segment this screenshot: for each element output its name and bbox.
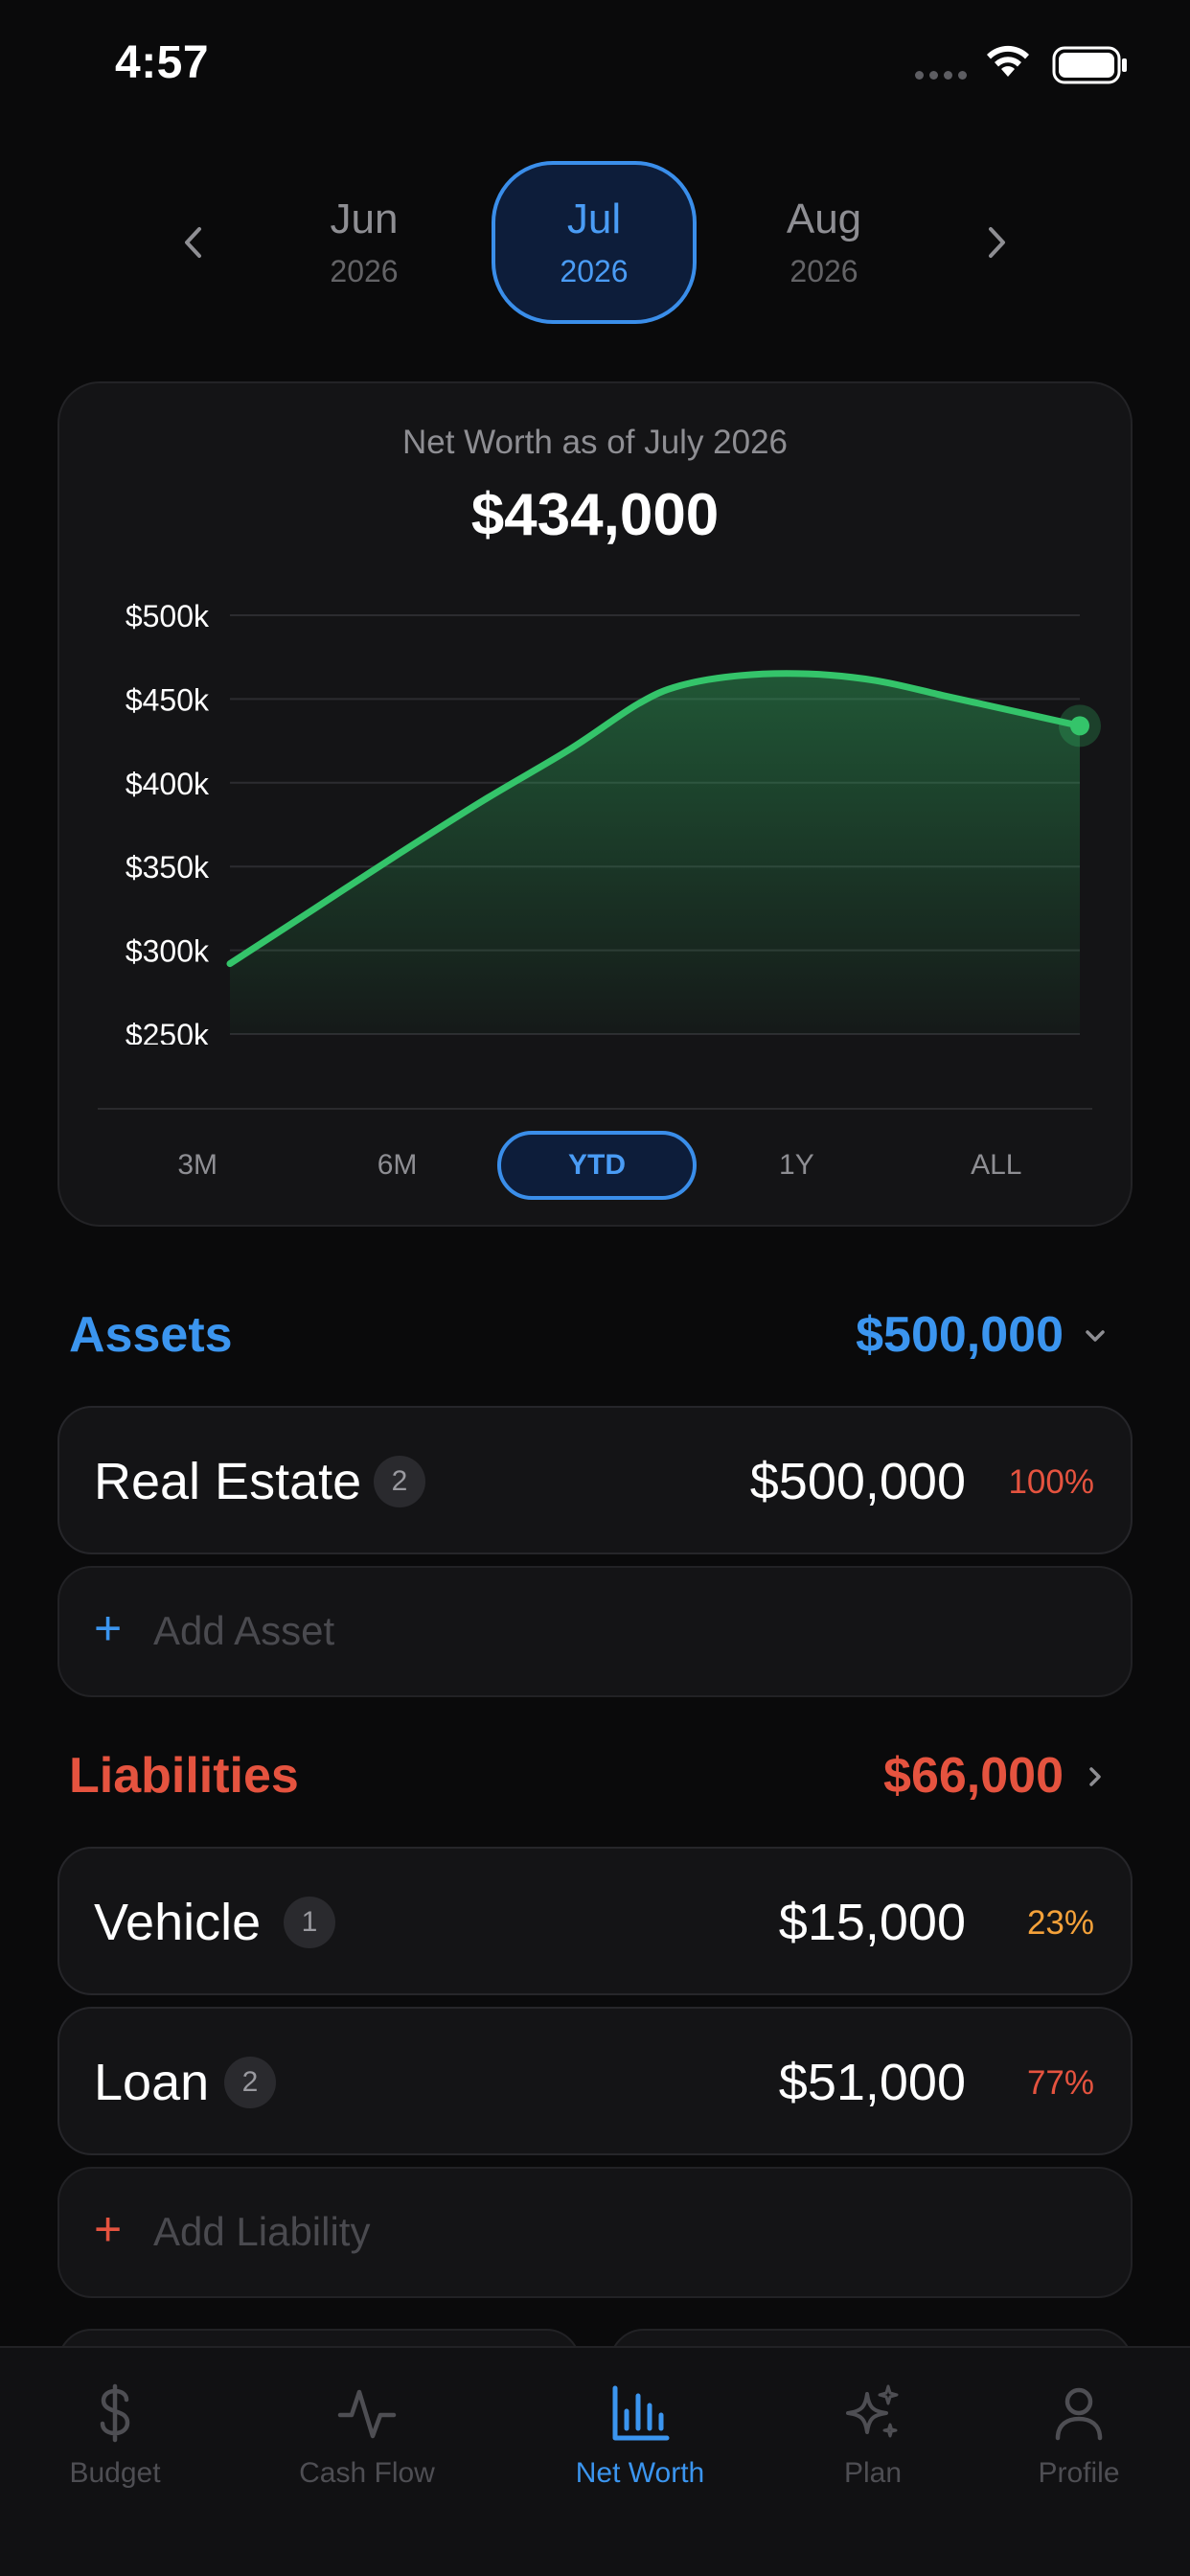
liabilities-total: $66,000 (883, 1748, 1064, 1804)
y-tick-label: $500k (126, 599, 210, 633)
tab-bar: Budget Cash Flow Net Worth Plan Profile (0, 2346, 1190, 2576)
row-percent: 100% (1008, 1463, 1094, 1501)
row-percent: 23% (1026, 1904, 1094, 1942)
row-amount: $500,000 (749, 1453, 966, 1510)
y-tick-label: $250k (126, 1018, 210, 1045)
month-option-next[interactable]: Aug 2026 (721, 161, 927, 324)
row-percent: 77% (1026, 2064, 1094, 2102)
month-selector: Jun 2026 Jul 2026 Aug 2026 (0, 161, 1190, 324)
tab-label: Plan (843, 2457, 903, 2489)
row-amount: $51,000 (778, 2054, 966, 2111)
range-button-6m[interactable]: 6M (298, 1131, 497, 1200)
net-worth-value: $434,000 (470, 482, 720, 548)
tab-label: Cash Flow (299, 2457, 435, 2489)
tab-label: Profile (1038, 2457, 1120, 2489)
tab-budget[interactable]: Budget (19, 2382, 211, 2490)
liability-row-loan[interactable]: Loan 2 $51,000 77% (57, 2007, 1133, 2155)
plus-icon: + (94, 1601, 123, 1655)
range-selector: 3M 6M YTD 1Y ALL (98, 1131, 1096, 1200)
status-bar: 4:57 (0, 0, 1190, 134)
add-asset-button[interactable]: + Add Asset (57, 1566, 1133, 1697)
chevron-right-icon (1089, 1767, 1101, 1786)
tab-profile[interactable]: Profile (983, 2382, 1175, 2490)
chart-end-marker (1070, 716, 1089, 736)
status-time: 4:57 (115, 37, 210, 88)
count-badge: 2 (374, 1456, 425, 1507)
count-badge: 2 (224, 2057, 276, 2108)
month-year: 2026 (330, 254, 399, 288)
chevron-left-icon (185, 227, 201, 258)
range-button-1y[interactable]: 1Y (697, 1131, 896, 1200)
net-worth-card: Net Worth as of July 2026 $434,000 $500k… (57, 381, 1133, 1227)
previous-month-button[interactable] (159, 209, 226, 276)
count-badge: 1 (284, 1897, 335, 1948)
net-worth-chart[interactable]: $500k$450k$400k$350k$300k$250kMayJunJul (59, 585, 1134, 1082)
range-button-3m[interactable]: 3M (98, 1131, 297, 1200)
row-amount: $15,000 (778, 1894, 966, 1951)
assets-title: Assets (69, 1307, 233, 1363)
month-name: Jul (566, 196, 622, 242)
range-button-ytd[interactable]: YTD (497, 1131, 697, 1200)
add-liability-label: Add Liability (153, 2209, 371, 2254)
month-name: Jun (330, 196, 399, 242)
month-option-prev[interactable]: Jun 2026 (262, 161, 467, 324)
chart-area-fill (230, 673, 1080, 1034)
bar-chart-icon (612, 2385, 670, 2441)
add-liability-button[interactable]: + Add Liability (57, 2167, 1133, 2298)
liability-row-vehicle[interactable]: Vehicle 1 $15,000 23% (57, 1847, 1133, 1995)
tab-net-worth[interactable]: Net Worth (544, 2382, 736, 2490)
month-name: Aug (786, 196, 862, 242)
cellular-signal-icon (915, 71, 967, 80)
tab-plan[interactable]: Plan (777, 2382, 969, 2490)
month-year: 2026 (790, 254, 858, 288)
tab-label: Budget (69, 2457, 161, 2489)
pulse-icon (337, 2389, 397, 2439)
plus-icon: + (94, 2202, 123, 2256)
row-label: Vehicle (94, 1894, 262, 1951)
add-asset-label: Add Asset (153, 1608, 335, 1653)
chevron-right-icon (989, 227, 1005, 258)
wifi-icon (987, 45, 1029, 77)
sparkles-icon (846, 2384, 899, 2438)
y-tick-label: $400k (126, 767, 210, 801)
chart-svg: $500k$450k$400k$350k$300k$250kMayJunJul (126, 599, 1101, 1082)
next-month-button[interactable] (964, 209, 1031, 276)
liabilities-title: Liabilities (69, 1748, 299, 1804)
y-tick-label: $450k (126, 682, 210, 717)
net-worth-caption: Net Worth as of July 2026 (401, 424, 789, 461)
y-tick-label: $300k (126, 934, 210, 969)
assets-header[interactable]: Assets $500,000 (69, 1299, 1123, 1375)
battery-icon (1052, 46, 1127, 84)
tab-cash-flow[interactable]: Cash Flow (271, 2382, 463, 2490)
row-label: Loan (94, 2054, 210, 2111)
assets-total: $500,000 (856, 1307, 1064, 1363)
month-year: 2026 (560, 254, 629, 288)
chevron-down-icon (1086, 1330, 1105, 1342)
month-option-current[interactable]: Jul 2026 (492, 161, 697, 324)
asset-row-real-estate[interactable]: Real Estate 2 $500,000 100% (57, 1406, 1133, 1554)
range-button-all[interactable]: ALL (897, 1131, 1096, 1200)
tab-label: Net Worth (575, 2457, 705, 2489)
liabilities-header[interactable]: Liabilities $66,000 (69, 1739, 1123, 1816)
person-icon (1055, 2387, 1103, 2441)
y-tick-label: $350k (126, 850, 210, 885)
dollar-icon (100, 2383, 130, 2443)
row-label: Real Estate (94, 1453, 362, 1510)
divider (98, 1108, 1092, 1110)
